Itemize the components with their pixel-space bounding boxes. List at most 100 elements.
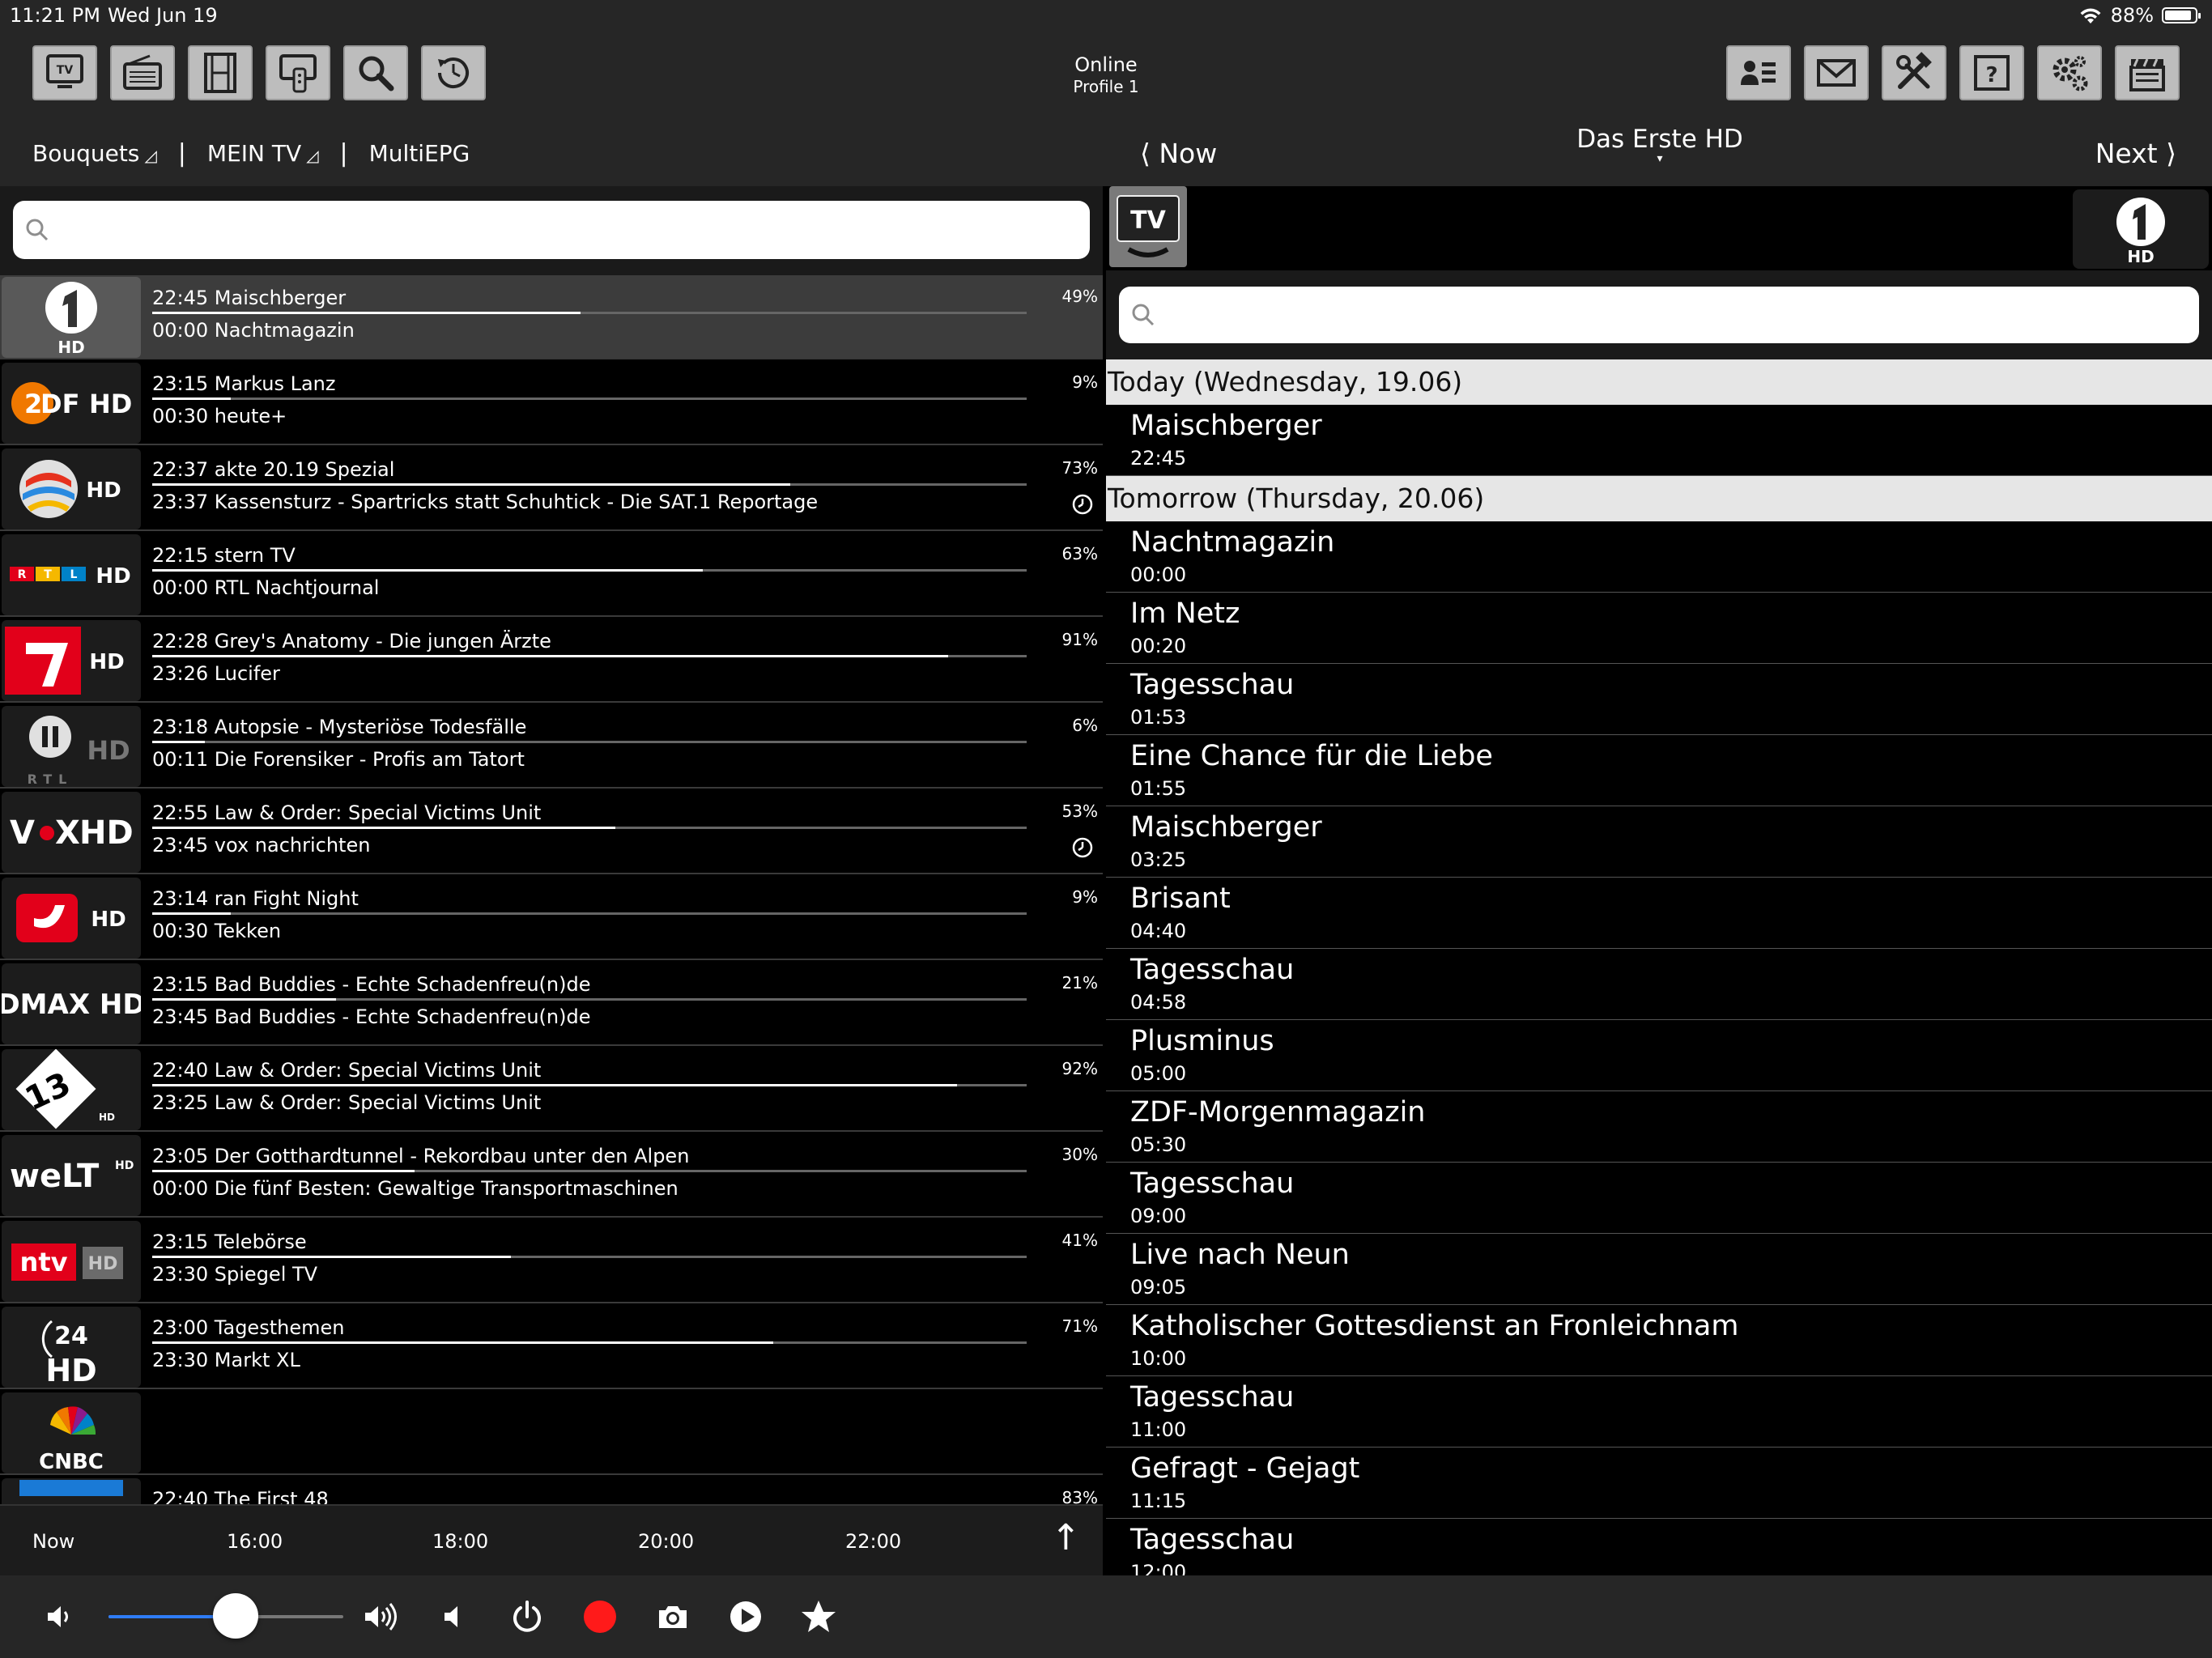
tv-button[interactable]: TV: [32, 45, 97, 100]
timeline-20[interactable]: 20:00: [638, 1530, 694, 1553]
channel-row[interactable]: HD 22:45 Maischberger 00:00 Nachtmagazin 49…: [0, 275, 1103, 359]
epg-program-item[interactable]: ZDF-Morgenmagazin 05:30: [1106, 1091, 2212, 1163]
bouquets-dropdown[interactable]: Bouquets ◿: [32, 140, 157, 167]
epg-program-item[interactable]: Maischberger 22:45: [1106, 405, 2212, 476]
tv-logo-text: TV: [1130, 206, 1166, 235]
channel-logo: weLT HD: [2, 1135, 141, 1216]
epg-program-item[interactable]: Im Netz 00:20: [1106, 593, 2212, 664]
channel-row[interactable]: weLT HD 23:05 Der Gotthardtunnel - Rekordb…: [0, 1133, 1103, 1218]
timeline-18[interactable]: 18:00: [432, 1530, 488, 1553]
dropdown-corner-icon: ◿: [144, 146, 157, 165]
favorite-button[interactable]: [798, 1596, 839, 1637]
mein-tv-dropdown[interactable]: MEIN TV ◿: [207, 140, 319, 167]
next-program: 23:25 Law & Order: Special Victims Unit: [152, 1091, 542, 1114]
hd-logo-text: HD: [2127, 247, 2154, 266]
screenshot-button[interactable]: [653, 1596, 693, 1637]
channel-row[interactable]: 13 HD 22:40 Law & Order: Special Victims U…: [0, 1048, 1103, 1132]
timer-clock-icon[interactable]: [1072, 494, 1093, 515]
search-icon: [26, 219, 49, 241]
epg-program-item[interactable]: Plusminus 05:00: [1106, 1020, 2212, 1091]
tools-button[interactable]: [1882, 45, 1946, 100]
film-button[interactable]: [188, 45, 253, 100]
play-button[interactable]: [725, 1596, 766, 1637]
epg-program-item[interactable]: Tagesschau 04:58: [1106, 949, 2212, 1020]
volume-low-icon: [48, 1606, 68, 1627]
scroll-up-icon[interactable]: ↑: [1051, 1520, 1081, 1556]
contacts-button[interactable]: [1726, 45, 1791, 100]
epg-program-time: 00:20: [1130, 635, 1187, 657]
channel-row[interactable]: HD 22:28 Grey's Anatomy - Die jungen Ärzt…: [0, 619, 1103, 703]
next-label: Next: [2095, 138, 2158, 169]
volume-down-button[interactable]: [39, 1596, 79, 1637]
channel-row[interactable]: HD 22:37 akte 20.19 Spezial 23:37 Kassenst…: [0, 447, 1103, 531]
epg-program-item[interactable]: Tagesschau 12:00: [1106, 1519, 2212, 1575]
help-button[interactable]: ?: [1959, 45, 2024, 100]
film-icon: [204, 53, 236, 93]
epg-program-item[interactable]: Gefragt - Gejagt 11:15: [1106, 1448, 2212, 1519]
search-button[interactable]: [343, 45, 408, 100]
channel-row[interactable]: HD RTL 23:18 Autopsie - Mysteriöse Todesfä…: [0, 704, 1103, 789]
mail-button[interactable]: [1804, 45, 1869, 100]
channel-row[interactable]: 24 HD 23:00 Tagesthemen 23:30 Markt XL 71%: [0, 1305, 1103, 1389]
channel-list[interactable]: HD 22:45 Maischberger 00:00 Nachtmagazin 49…: [0, 275, 1103, 1504]
multiepg-link[interactable]: MultiEPG: [369, 140, 470, 167]
epg-program-item[interactable]: Eine Chance für die Liebe 01:55: [1106, 735, 2212, 806]
history-button[interactable]: [421, 45, 486, 100]
current-program: 22:28 Grey's Anatomy - Die jungen Ärzte: [152, 630, 551, 653]
record-button[interactable]: [580, 1596, 620, 1637]
volume-slider[interactable]: [108, 1593, 343, 1639]
svg-text:RTL: RTL: [28, 772, 74, 787]
power-button[interactable]: [507, 1596, 547, 1637]
mute-button[interactable]: [434, 1596, 474, 1637]
current-program: 22:37 akte 20.19 Spezial: [152, 458, 395, 481]
epg-program-item[interactable]: Katholischer Gottesdienst an Fronleichna…: [1106, 1305, 2212, 1376]
channel-row[interactable]: HD 23:14 ran Fight Night 00:30 Tekken 9%: [0, 876, 1103, 960]
epg-program-item[interactable]: Tagesschau 11:00: [1106, 1376, 2212, 1448]
channel-row[interactable]: CNBC: [0, 1391, 1103, 1475]
channel-row[interactable]: V X HD 22:55 Law & Order: Special Victims U…: [0, 790, 1103, 874]
timeline-16[interactable]: 16:00: [227, 1530, 283, 1553]
timeline-bar: Now 16:00 18:00 20:00 22:00 ↑: [0, 1504, 1103, 1577]
epg-program-title: Gefragt - Gejagt: [1130, 1452, 1360, 1485]
epg-program-title: Im Netz: [1130, 597, 1240, 630]
next-button[interactable]: Next ⟩: [2095, 138, 2176, 169]
now-button[interactable]: ⟨ Now: [1140, 138, 1217, 169]
epg-program-time: 03:25: [1130, 848, 1187, 871]
epg-program-item[interactable]: Tagesschau 09:00: [1106, 1163, 2212, 1234]
epg-program-time: 00:00: [1130, 563, 1187, 586]
timeline-22[interactable]: 22:00: [845, 1530, 901, 1553]
channel-row[interactable]: 22:40 The First 48 83%: [0, 1477, 1103, 1504]
epg-program-item[interactable]: Nachtmagazin 00:00: [1106, 521, 2212, 593]
epg-list[interactable]: Today (Wednesday, 19.06) Maischberger 22:4…: [1106, 359, 2212, 1575]
epg-search-input[interactable]: [1119, 287, 2199, 343]
power-icon: [513, 1601, 541, 1632]
mail-icon: [1817, 59, 1856, 87]
radio-button[interactable]: [110, 45, 175, 100]
channel-selector[interactable]: Das Erste HD ▾: [1538, 125, 1781, 164]
epg-program-item[interactable]: Tagesschau 01:53: [1106, 664, 2212, 735]
current-program: 22:15 stern TV: [152, 544, 296, 567]
program-progress-fill: [152, 998, 336, 1001]
channel-search-input[interactable]: [13, 201, 1090, 259]
epg-program-item[interactable]: Live nach Neun 09:05: [1106, 1234, 2212, 1305]
current-program: 23:15 Markus Lanz: [152, 372, 336, 395]
current-program: 22:55 Law & Order: Special Victims Unit: [152, 801, 542, 824]
epg-program-item[interactable]: Maischberger 03:25: [1106, 806, 2212, 878]
channel-row[interactable]: ntv HD 23:15 Telebörse 23:30 Spiegel TV 41%: [0, 1219, 1103, 1303]
timer-clock-icon[interactable]: [1072, 837, 1093, 858]
timeline-now[interactable]: Now: [32, 1530, 74, 1553]
channel-row[interactable]: DMAX HD 23:15 Bad Buddies - Echte Schaden…: [0, 962, 1103, 1046]
progress-percent: 53%: [1061, 801, 1098, 821]
channel-row[interactable]: R T L HD 22:15 stern TV 00:00 RTL Nachtjourna…: [0, 533, 1103, 617]
channel-row[interactable]: 2 DF HD 23:15 Markus Lanz 00:30 heute+ 9%: [0, 361, 1103, 445]
epg-program-item[interactable]: Brisant 04:40: [1106, 878, 2212, 949]
playback-bar: [0, 1575, 2212, 1658]
volume-up-button[interactable]: [361, 1596, 402, 1637]
remote-button[interactable]: [266, 45, 330, 100]
contacts-icon: [1741, 61, 1776, 85]
clapper-button[interactable]: [2115, 45, 2180, 100]
main-toolbar: TV Online Profile 1 ?: [0, 32, 2212, 113]
volume-slider-thumb[interactable]: [212, 1593, 258, 1639]
settings-button[interactable]: [2037, 45, 2102, 100]
epg-program-title: Tagesschau: [1130, 954, 1295, 986]
